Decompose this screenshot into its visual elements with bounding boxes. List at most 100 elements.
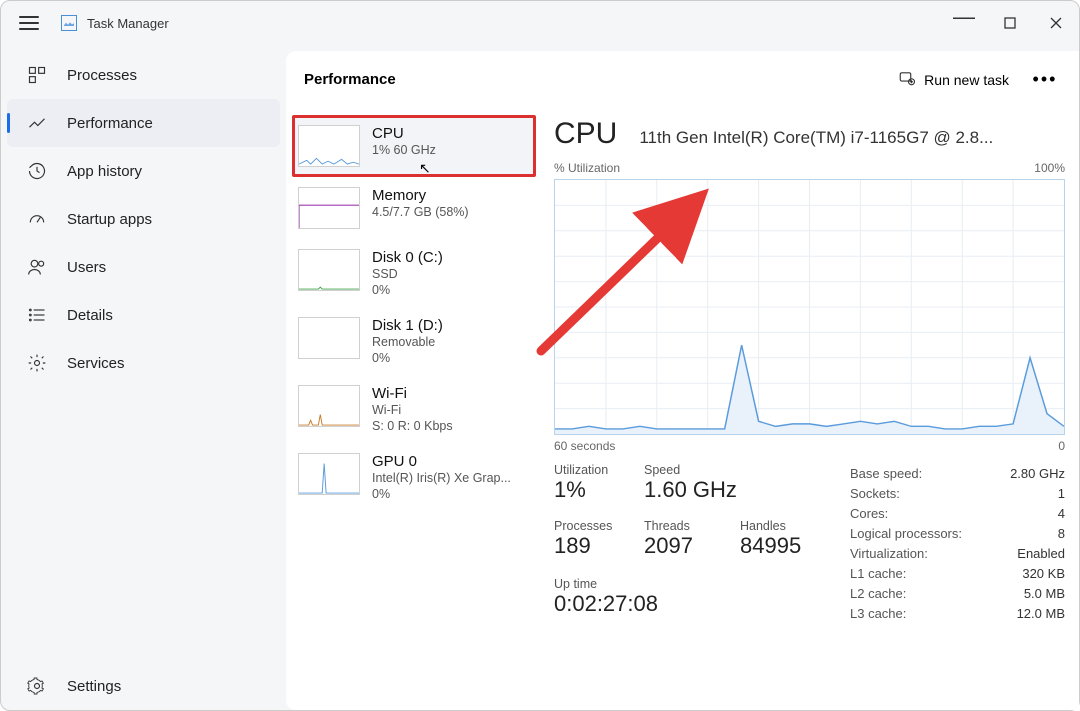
- perf-sub: SSD: [372, 266, 443, 283]
- perf-item-disk1[interactable]: Disk 1 (D:) Removable 0%: [292, 307, 536, 375]
- close-button[interactable]: [1033, 1, 1079, 45]
- nav-startup[interactable]: Startup apps: [7, 195, 280, 243]
- more-button[interactable]: •••: [1025, 62, 1065, 98]
- performance-list: CPU 1% 60 GHz Memory 4.5/7.7 GB (58%): [286, 109, 536, 710]
- scale-max: 100%: [1034, 161, 1065, 175]
- run-new-task-button[interactable]: Run new task: [888, 63, 1019, 96]
- wifi-sparkline: [298, 385, 360, 427]
- run-task-label: Run new task: [924, 72, 1009, 88]
- nav-services[interactable]: Services: [7, 339, 280, 387]
- spec-label: Logical processors:: [850, 526, 962, 541]
- perf-item-disk0[interactable]: Disk 0 (C:) SSD 0%: [292, 239, 536, 307]
- nav-label: Users: [67, 259, 106, 276]
- spec-label: L3 cache:: [850, 606, 906, 621]
- nav-label: Settings: [67, 678, 121, 695]
- stat-value: 189: [554, 533, 644, 559]
- nav-label: Details: [67, 307, 113, 324]
- cpu-model: 11th Gen Intel(R) Core(TM) i7-1165G7 @ 2…: [639, 128, 1065, 148]
- detail-title: CPU: [554, 117, 617, 151]
- stat-label: Threads: [644, 519, 740, 533]
- nav-users[interactable]: Users: [7, 243, 280, 291]
- gear-icon: [27, 353, 47, 373]
- nav-app-history[interactable]: App history: [7, 147, 280, 195]
- x-right: 0: [1058, 439, 1065, 453]
- perf-item-memory[interactable]: Memory 4.5/7.7 GB (58%): [292, 177, 536, 239]
- sidebar: Processes Performance App history Startu…: [1, 45, 286, 710]
- stat-label: Up time: [554, 577, 830, 591]
- nav-performance[interactable]: Performance: [7, 99, 280, 147]
- nav-label: Performance: [67, 115, 153, 132]
- stat-value: 0:02:27:08: [554, 591, 830, 617]
- nav-label: App history: [67, 163, 142, 180]
- perf-title: Disk 1 (D:): [372, 317, 443, 334]
- perf-sub2: 0%: [372, 351, 443, 365]
- spec-value: 4: [1058, 506, 1065, 521]
- detail-pane: CPU 11th Gen Intel(R) Core(TM) i7-1165G7…: [536, 109, 1079, 710]
- perf-title: Disk 0 (C:): [372, 249, 443, 266]
- spec-value: Enabled: [1017, 546, 1065, 561]
- stat-value: 1.60 GHz: [644, 477, 740, 503]
- spec-label: Cores:: [850, 506, 888, 521]
- perf-title: Wi-Fi: [372, 385, 453, 402]
- perf-sub: 1% 60 GHz: [372, 142, 436, 159]
- spec-label: Sockets:: [850, 486, 900, 501]
- nav-label: Processes: [67, 67, 137, 84]
- perf-sub2: 0%: [372, 487, 511, 501]
- app-icon: [61, 15, 77, 31]
- perf-sub: 4.5/7.7 GB (58%): [372, 204, 469, 221]
- perf-sub: Wi-Fi: [372, 402, 453, 419]
- stat-value: 1%: [554, 477, 644, 503]
- spec-label: Base speed:: [850, 466, 922, 481]
- settings-icon: [27, 676, 47, 696]
- spec-value: 12.0 MB: [1017, 606, 1065, 621]
- nav-label: Services: [67, 355, 125, 372]
- maximize-button[interactable]: [987, 1, 1033, 45]
- perf-title: CPU: [372, 125, 436, 142]
- users-icon: [27, 257, 47, 277]
- nav-label: Startup apps: [67, 211, 152, 228]
- nav-details[interactable]: Details: [7, 291, 280, 339]
- util-label: % Utilization: [554, 161, 620, 175]
- cpu-chart: [554, 179, 1065, 435]
- list-icon: [27, 305, 47, 325]
- nav-settings[interactable]: Settings: [7, 662, 280, 710]
- stat-value: 84995: [740, 533, 830, 559]
- perf-sub2: S: 0 R: 0 Kbps: [372, 419, 453, 433]
- spec-value: 320 KB: [1022, 566, 1065, 581]
- gpu-sparkline: [298, 453, 360, 495]
- gauge-icon: [27, 209, 47, 229]
- cpu-sparkline: [298, 125, 360, 167]
- stat-value: 2097: [644, 533, 740, 559]
- stat-label: Speed: [644, 463, 740, 477]
- minimize-button[interactable]: —: [941, 1, 987, 45]
- spec-value: 2.80 GHz: [1010, 466, 1065, 481]
- stat-label: Processes: [554, 519, 644, 533]
- perf-sub: Removable: [372, 334, 443, 351]
- memory-sparkline: [298, 187, 360, 229]
- nav-processes[interactable]: Processes: [7, 51, 280, 99]
- perf-sub: Intel(R) Iris(R) Xe Grap...: [372, 470, 511, 487]
- perf-title: Memory: [372, 187, 469, 204]
- spec-label: L1 cache:: [850, 566, 906, 581]
- spec-value: 5.0 MB: [1024, 586, 1065, 601]
- perf-item-cpu[interactable]: CPU 1% 60 GHz: [292, 115, 536, 177]
- stat-label: Utilization: [554, 463, 644, 477]
- perf-sub2: 0%: [372, 283, 443, 297]
- menu-button[interactable]: [19, 16, 39, 30]
- stat-label: Handles: [740, 519, 830, 533]
- spec-label: L2 cache:: [850, 586, 906, 601]
- spec-label: Virtualization:: [850, 546, 928, 561]
- page-title: Performance: [304, 71, 396, 88]
- perf-item-wifi[interactable]: Wi-Fi Wi-Fi S: 0 R: 0 Kbps: [292, 375, 536, 443]
- disk1-sparkline: [298, 317, 360, 359]
- app-title: Task Manager: [87, 16, 169, 31]
- history-icon: [27, 161, 47, 181]
- spec-value: 1: [1058, 486, 1065, 501]
- perf-title: GPU 0: [372, 453, 511, 470]
- grid-icon: [27, 65, 47, 85]
- disk0-sparkline: [298, 249, 360, 291]
- perf-item-gpu[interactable]: GPU 0 Intel(R) Iris(R) Xe Grap... 0%: [292, 443, 536, 511]
- chart-icon: [27, 113, 47, 133]
- run-task-icon: [898, 69, 916, 90]
- spec-value: 8: [1058, 526, 1065, 541]
